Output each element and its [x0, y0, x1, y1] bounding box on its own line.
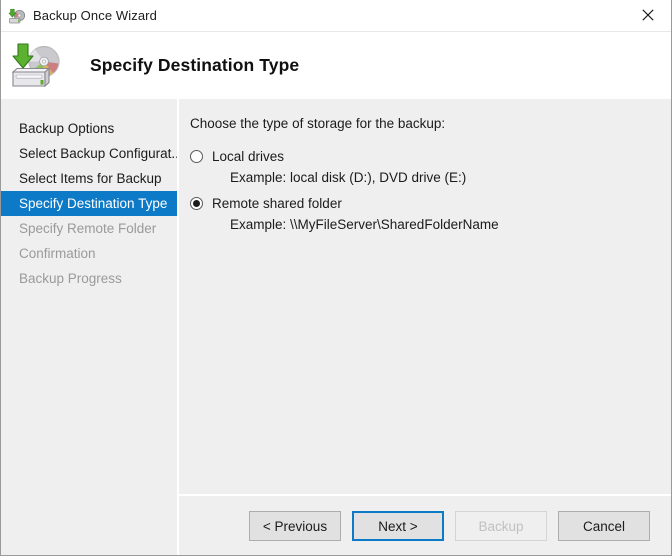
backup-once-wizard-window: Backup Once Wizard Specify Destination T…: [0, 0, 672, 556]
cancel-button[interactable]: Cancel: [558, 511, 650, 541]
dialog-footer: < Previous Next > Backup Cancel: [179, 494, 671, 555]
sidebar-item-specify-destination-type[interactable]: Specify Destination Type: [1, 191, 177, 216]
content-column: Choose the type of storage for the backu…: [179, 99, 671, 555]
sidebar-item-specify-remote-folder: Specify Remote Folder: [19, 221, 157, 236]
radio-local-drives[interactable]: Local drives: [190, 148, 651, 165]
option-local-drives: Local drives Example: local disk (D:), D…: [190, 148, 651, 185]
remote-shared-folder-example: Example: \\MyFileServer\SharedFolderName: [230, 217, 499, 232]
sidebar-item-select-backup-configuration[interactable]: Select Backup Configurat...: [1, 141, 177, 166]
backup-button: Backup: [455, 511, 547, 541]
radio-remote-shared-folder[interactable]: Remote shared folder: [190, 195, 651, 212]
sidebar-item-backup-progress: Backup Progress: [19, 271, 122, 286]
next-button[interactable]: Next >: [352, 511, 444, 541]
storage-type-prompt: Choose the type of storage for the backu…: [190, 116, 446, 131]
local-drives-example: Example: local disk (D:), DVD drive (E:): [230, 170, 467, 185]
radio-local-drives-label: Local drives: [212, 149, 285, 164]
page-header: Specify Destination Type: [1, 32, 671, 99]
radio-remote-shared-folder-label: Remote shared folder: [212, 196, 342, 211]
backup-wizard-icon: [8, 7, 26, 25]
content-area: Choose the type of storage for the backu…: [179, 99, 671, 494]
window-body: Backup Options Select Backup Configurat.…: [1, 99, 671, 555]
option-remote-shared-folder: Remote shared folder Example: \\MyFileSe…: [190, 195, 651, 232]
page-title: Specify Destination Type: [90, 55, 300, 75]
sidebar-item-backup-options[interactable]: Backup Options: [1, 116, 177, 141]
previous-button[interactable]: < Previous: [249, 511, 341, 541]
sidebar-item-confirmation: Confirmation: [19, 246, 96, 261]
wizard-steps-sidebar: Backup Options Select Backup Configurat.…: [1, 99, 179, 555]
close-icon[interactable]: [625, 0, 671, 30]
titlebar: Backup Once Wizard: [1, 0, 671, 32]
radio-remote-shared-folder-mark[interactable]: [190, 197, 203, 210]
radio-local-drives-mark[interactable]: [190, 150, 203, 163]
window-title: Backup Once Wizard: [33, 8, 157, 23]
backup-disk-icon: [9, 41, 65, 91]
sidebar-item-select-items-for-backup[interactable]: Select Items for Backup: [1, 166, 177, 191]
